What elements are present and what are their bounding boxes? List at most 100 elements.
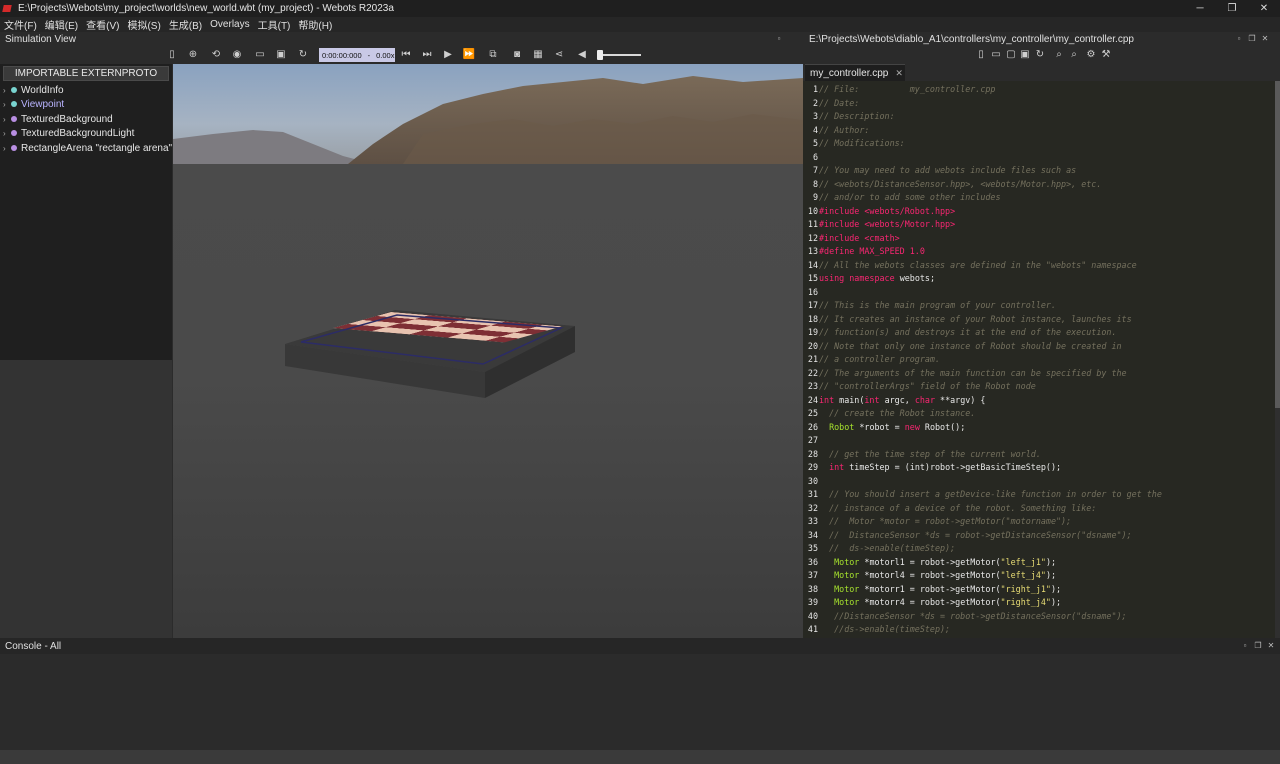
3d-scene[interactable] (173, 64, 803, 638)
code-line[interactable]: 29 int timeStep = (int)robot->getBasicTi… (803, 461, 1273, 475)
panel-float-icon[interactable]: ▫ (1241, 642, 1249, 650)
menu-file[interactable]: 文件(F) (4, 17, 37, 32)
code-line[interactable]: 28 // get the time step of the current w… (803, 448, 1273, 462)
menu-view[interactable]: 查看(V) (86, 17, 119, 32)
code-line[interactable]: 35 // ds->enable(timeStep); (803, 542, 1273, 556)
menu-edit[interactable]: 编辑(E) (45, 17, 78, 32)
code-line[interactable]: 32 // instance of a device of the robot.… (803, 502, 1273, 516)
panel-maximize-icon[interactable]: ❐ (1248, 35, 1256, 43)
code-line[interactable]: 9// and/or to add some other includes (803, 191, 1273, 205)
tab-my-controller[interactable]: my_controller.cpp ✕ (805, 64, 905, 81)
reload-world-icon[interactable]: ⟲ (210, 49, 222, 61)
code-line[interactable]: 21// a controller program. (803, 353, 1273, 367)
find-icon[interactable]: ⌕ (1053, 49, 1065, 61)
save-as-icon[interactable]: ▢ (1005, 49, 1017, 61)
expand-arrow-icon[interactable]: › (3, 86, 11, 95)
close-icon[interactable]: ✕ (1248, 0, 1280, 17)
panel-float-icon[interactable]: ▫ (775, 35, 783, 43)
code-line[interactable]: 39 Motor *motorr4 = robot->getMotor("rig… (803, 596, 1273, 610)
code-line[interactable]: 4// Author: (803, 124, 1273, 138)
code-line[interactable]: 5// Modifications: (803, 137, 1273, 151)
console-output[interactable] (0, 654, 1280, 750)
code-line[interactable]: 37 Motor *motorl4 = robot->getMotor("lef… (803, 569, 1273, 583)
replace-icon[interactable]: ⌕ (1068, 49, 1080, 61)
code-vertical-scrollbar[interactable] (1275, 81, 1280, 638)
importable-externproto-button[interactable]: IMPORTABLE EXTERNPROTO (3, 66, 169, 81)
revert-icon[interactable]: ↻ (1034, 49, 1046, 61)
code-line[interactable]: 33 // Motor *motor = robot->getMotor("mo… (803, 515, 1273, 529)
save-world-icon[interactable]: ▣ (275, 49, 287, 61)
step-back-icon[interactable]: ⏮ (400, 49, 412, 61)
code-line[interactable]: 12 #include <cmath> (803, 232, 1273, 246)
tree-item-texturedbackgroundlight[interactable]: › TexturedBackgroundLight (3, 126, 134, 140)
code-line[interactable]: 18// It creates an instance of your Robo… (803, 313, 1273, 327)
minimize-icon[interactable]: ─ (1184, 0, 1216, 17)
code-line[interactable]: 23// "controllerArgs" field of the Robot… (803, 380, 1273, 394)
menu-tools[interactable]: 工具(T) (258, 17, 291, 32)
code-line[interactable]: 7// You may need to add webots include f… (803, 164, 1273, 178)
panel-close-icon[interactable]: ✕ (1261, 35, 1269, 43)
play-icon[interactable]: ▶ (442, 49, 454, 61)
fast-forward-icon[interactable]: ⏩ (463, 49, 475, 61)
code-line[interactable]: 16 (803, 286, 1273, 300)
menu-help[interactable]: 帮助(H) (298, 17, 332, 32)
code-line[interactable]: 27 (803, 434, 1273, 448)
code-line[interactable]: 22// The arguments of the main function … (803, 367, 1273, 381)
volume-slider[interactable] (597, 54, 641, 56)
code-line[interactable]: 14// All the webots classes are defined … (803, 259, 1273, 273)
add-node-icon[interactable]: ⊕ (187, 49, 199, 61)
code-line[interactable]: 10 #include <webots/Robot.hpp> (803, 205, 1273, 219)
code-scrollbar-thumb[interactable] (1275, 81, 1280, 408)
render-toggle-icon[interactable]: ⧉ (487, 49, 499, 61)
code-line[interactable]: 1// File: my_controller.cpp (803, 83, 1273, 97)
panel-close-icon[interactable]: ✕ (1267, 642, 1275, 650)
tree-item-viewpoint[interactable]: › Viewpoint (3, 97, 64, 111)
code-line[interactable]: 30 (803, 475, 1273, 489)
code-line[interactable]: 13 #define MAX_SPEED 1.0 (803, 245, 1273, 259)
tree-item-worldinfo[interactable]: › WorldInfo (3, 83, 64, 97)
menu-overlays[interactable]: Overlays (210, 19, 249, 30)
code-line[interactable]: 3// Description: (803, 110, 1273, 124)
share-icon[interactable]: ⋖ (553, 49, 565, 61)
tab-close-icon[interactable]: ✕ (895, 68, 903, 79)
3d-view[interactable] (173, 64, 803, 638)
code-line[interactable]: 40 //DistanceSensor *ds = robot->getDist… (803, 610, 1273, 624)
code-line[interactable]: 34 // DistanceSensor *ds = robot->getDis… (803, 529, 1273, 543)
open-file-icon[interactable]: ▭ (990, 49, 1002, 61)
tree-item-texturedbackground[interactable]: › TexturedBackground (3, 112, 113, 126)
record-icon[interactable]: ▦ (532, 49, 544, 61)
code-line[interactable]: 6 (803, 151, 1273, 165)
code-line[interactable]: 24 int main(int argc, char **argv) { (803, 394, 1273, 408)
build-icon[interactable]: ⚒ (1100, 49, 1112, 61)
camera-icon[interactable]: ◙ (511, 49, 523, 61)
code-line[interactable]: 8// <webots/DistanceSensor.hpp>, <webots… (803, 178, 1273, 192)
tree-item-rectanglearena[interactable]: › RectangleArena "rectangle arena" (3, 141, 172, 155)
toggle-tree-icon[interactable]: ▯ (166, 49, 178, 61)
eye-icon[interactable]: ◉ (231, 49, 243, 61)
expand-arrow-icon[interactable]: › (3, 115, 11, 124)
volume-icon[interactable]: ◀ (576, 49, 588, 61)
code-line[interactable]: 11 #include <webots/Motor.hpp> (803, 218, 1273, 232)
code-line[interactable]: 38 Motor *motorr1 = robot->getMotor("rig… (803, 583, 1273, 597)
reset-world-icon[interactable]: ↻ (297, 49, 309, 61)
new-file-icon[interactable]: ▯ (975, 49, 987, 61)
menu-simulation[interactable]: 模拟(S) (127, 17, 160, 32)
code-line[interactable]: 15 using namespace webots; (803, 272, 1273, 286)
panel-maximize-icon[interactable]: ❐ (1254, 642, 1262, 650)
code-line[interactable]: 19// function(s) and destroys it at the … (803, 326, 1273, 340)
expand-arrow-icon[interactable]: › (3, 100, 11, 109)
expand-arrow-icon[interactable]: › (3, 144, 11, 153)
code-editor[interactable]: 1// File: my_controller.cpp 2// Date: 3// … (803, 81, 1280, 638)
code-line[interactable]: 26 Robot *robot = new Robot(); (803, 421, 1273, 435)
code-line[interactable]: 25 // create the Robot instance. (803, 407, 1273, 421)
menu-build[interactable]: 生成(B) (169, 17, 202, 32)
code-line[interactable]: 41 //ds->enable(timeStep); (803, 623, 1273, 637)
volume-slider-handle[interactable] (597, 50, 603, 60)
save-file-icon[interactable]: ▣ (1019, 49, 1031, 61)
code-line[interactable]: 20// Note that only one instance of Robo… (803, 340, 1273, 354)
code-line[interactable]: 2// Date: (803, 97, 1273, 111)
code-line[interactable]: 31 // You should insert a getDevice-like… (803, 488, 1273, 502)
open-world-icon[interactable]: ▭ (254, 49, 266, 61)
expand-arrow-icon[interactable]: › (3, 129, 11, 138)
maximize-icon[interactable]: ❐ (1216, 0, 1248, 17)
